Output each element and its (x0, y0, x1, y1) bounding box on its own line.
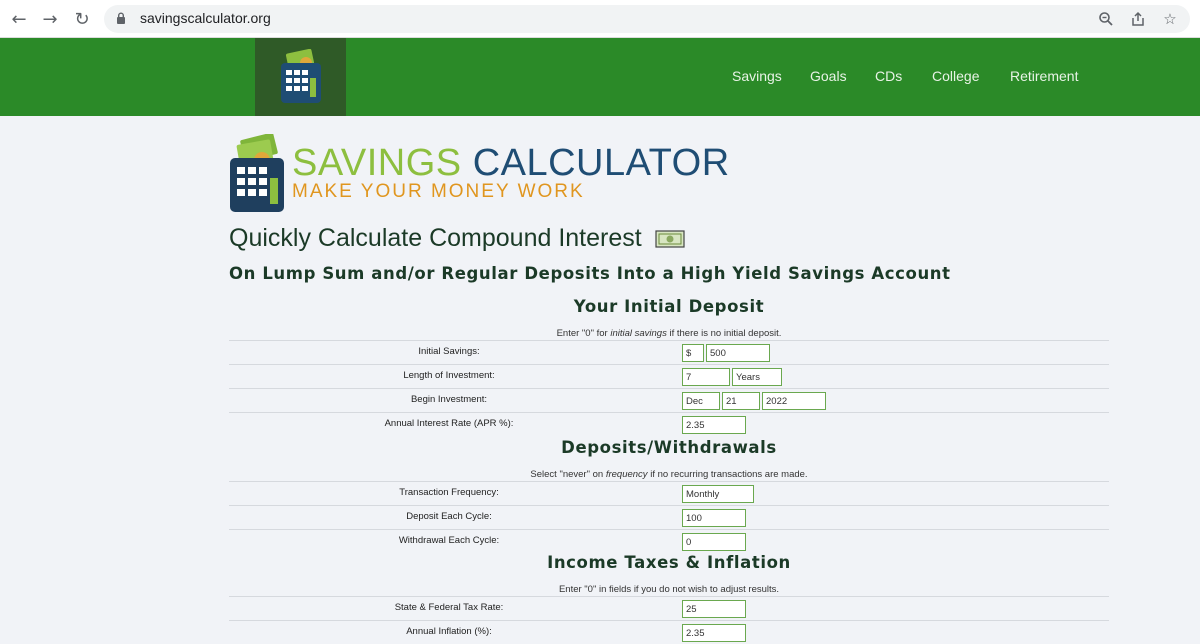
section-note-initial-deposit: Enter "0" for initial savings if there i… (229, 328, 1109, 339)
begin-month-select[interactable]: Dec (682, 392, 720, 410)
forward-icon[interactable]: → (39, 8, 61, 30)
row-withdrawal-each-cycle: Withdrawal Each Cycle: 0 (229, 529, 1109, 553)
currency-field: $ (682, 344, 704, 362)
deposit-label: Deposit Each Cycle: (406, 511, 492, 522)
page-title: Quickly Calculate Compound Interest (229, 224, 685, 253)
row-inflation: Annual Inflation (%): 2.35 (229, 620, 1109, 644)
page-title-text: Quickly Calculate Compound Interest (229, 224, 642, 252)
note-text: if there is no initial deposit. (666, 328, 782, 339)
brand-calculator-icon (230, 134, 284, 212)
inflation-input[interactable]: 2.35 (682, 624, 746, 642)
section-heading-deposits: Deposits/Withdrawals (561, 438, 777, 457)
nav-link-goals[interactable]: Goals (810, 68, 847, 84)
note-text: Enter "0" for (556, 328, 611, 339)
rate-label: Annual Interest Rate (APR %): (384, 418, 514, 429)
row-length-of-investment: Length of Investment: 7 Years (229, 364, 1109, 388)
frequency-select[interactable]: Monthly (682, 485, 754, 503)
interest-rate-input[interactable]: 2.35 (682, 416, 746, 434)
length-label: Length of Investment: (403, 370, 495, 381)
brand-title-calculator: CALCULATOR (472, 142, 730, 184)
tax-rate-input[interactable]: 25 (682, 600, 746, 618)
browser-toolbar: ← → ↻ savingscalculator.org ☆ (0, 0, 1200, 38)
begin-year-input[interactable]: 2022 (762, 392, 826, 410)
section-heading-initial-deposit: Your Initial Deposit (573, 297, 765, 316)
zoom-icon[interactable] (1096, 9, 1116, 29)
back-icon[interactable]: ← (8, 8, 30, 30)
reload-icon[interactable]: ↻ (71, 8, 93, 30)
note-emphasis: initial savings (610, 328, 667, 339)
tax-label: State & Federal Tax Rate: (394, 602, 504, 613)
length-input[interactable]: 7 (682, 368, 730, 386)
bookmark-star-icon[interactable]: ☆ (1160, 9, 1180, 29)
money-bill-icon (655, 230, 685, 248)
address-bar[interactable]: savingscalculator.org ☆ (104, 5, 1190, 33)
initial-savings-label: Initial Savings: (418, 346, 480, 357)
row-tax-rate: State & Federal Tax Rate: 25 (229, 596, 1109, 620)
frequency-label: Transaction Frequency: (399, 487, 499, 498)
page-subtitle: On Lump Sum and/or Regular Deposits Into… (229, 264, 951, 283)
row-begin-investment: Begin Investment: Dec 21 2022 (229, 388, 1109, 412)
begin-label: Begin Investment: (410, 394, 488, 405)
share-icon[interactable] (1128, 9, 1148, 29)
nav-link-retirement[interactable]: Retirement (1010, 68, 1078, 84)
row-transaction-frequency: Transaction Frequency: Monthly (229, 481, 1109, 505)
brand-title-savings: SAVINGS (292, 142, 462, 184)
url-text[interactable]: savingscalculator.org (140, 10, 271, 26)
section-heading-taxes: Income Taxes & Inflation (547, 553, 791, 572)
nav-link-college[interactable]: College (932, 68, 979, 84)
row-deposit-each-cycle: Deposit Each Cycle: 100 (229, 505, 1109, 529)
initial-savings-input[interactable]: 500 (706, 344, 770, 362)
lock-icon (117, 12, 125, 24)
header-logo[interactable] (255, 38, 346, 116)
brand-title: SAVINGS CALCULATOR (292, 142, 730, 185)
inflation-label: Annual Inflation (%): (406, 626, 492, 637)
section-note-taxes: Enter "0" in fields if you do not wish t… (558, 584, 780, 595)
brand-tagline: MAKE YOUR MONEY WORK (292, 181, 585, 202)
withdrawal-input[interactable]: 0 (682, 533, 746, 551)
deposit-input[interactable]: 100 (682, 509, 746, 527)
nav-link-cds[interactable]: CDs (875, 68, 902, 84)
calculator-logo-icon (280, 49, 321, 103)
note-text: Select "never" on (530, 469, 606, 480)
length-unit-select[interactable]: Years (732, 368, 782, 386)
note-text: if no recurring transactions are made. (647, 469, 808, 480)
site-header: Savings Goals CDs College Retirement (0, 38, 1200, 116)
nav-link-savings[interactable]: Savings (732, 68, 782, 84)
section-note-deposits: Select "never" on frequency if no recurr… (229, 469, 1109, 480)
begin-day-select[interactable]: 21 (722, 392, 760, 410)
withdrawal-label: Withdrawal Each Cycle: (398, 535, 500, 546)
note-emphasis: frequency (605, 469, 648, 480)
row-initial-savings: Initial Savings: $ 500 (229, 340, 1109, 364)
row-interest-rate: Annual Interest Rate (APR %): 2.35 (229, 412, 1109, 436)
